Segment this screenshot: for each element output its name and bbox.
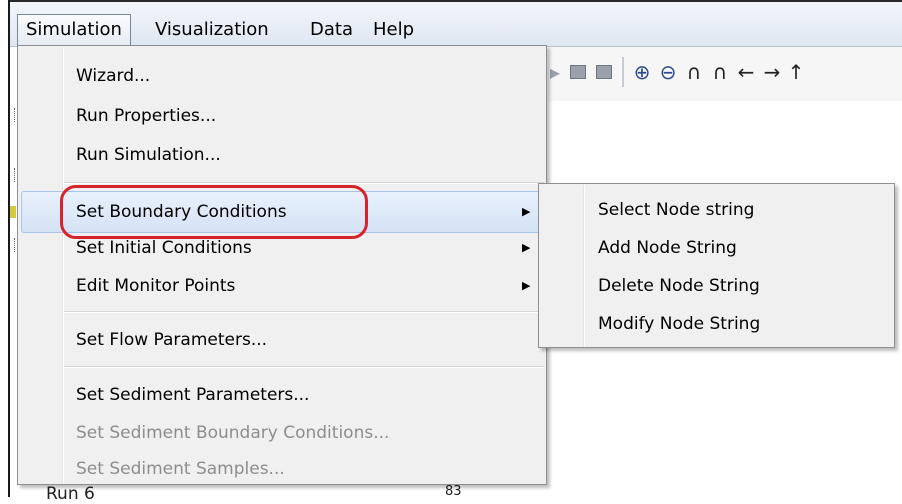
tree-folder-icon: [10, 206, 16, 218]
menu-separator: [64, 366, 544, 368]
toolbar-separator: [622, 57, 624, 87]
simulation-menu: Wizard... Run Properties... Run Simulati…: [17, 45, 547, 485]
pan-up-icon[interactable]: ∩: [682, 60, 706, 84]
boundary-conditions-submenu: Select Node string Add Node String Delet…: [538, 183, 895, 348]
submenu-item-delete-node-string[interactable]: Delete Node String: [598, 268, 760, 304]
menu-item-wizard[interactable]: Wizard...: [76, 58, 150, 94]
toolbar-partial-icon: ▸: [549, 60, 561, 84]
menu-separator: [64, 182, 544, 184]
arrow-up-icon[interactable]: ↑: [786, 60, 806, 84]
copy-icon[interactable]: [570, 65, 586, 79]
toolbar: ▸ ⊕ ⊖ ∩ ∩ ← → ↑: [548, 47, 902, 101]
zoom-out-icon[interactable]: ⊖: [656, 60, 680, 84]
submenu-arrow-icon: ▶: [522, 241, 531, 254]
menu-help[interactable]: Help: [365, 14, 422, 45]
submenu-arrow-icon: ▶: [522, 205, 531, 218]
menu-item-set-sediment-samples: Set Sediment Samples...: [76, 459, 285, 479]
submenu-item-select-node-string[interactable]: Select Node string: [598, 192, 754, 228]
submenu-item-modify-node-string[interactable]: Modify Node String: [598, 306, 760, 342]
tree-item-run-6[interactable]: Run 6: [46, 484, 95, 504]
menu-item-run-properties[interactable]: Run Properties...: [76, 98, 216, 134]
pan-up-alt-icon[interactable]: ∩: [708, 60, 732, 84]
menu-separator: [64, 311, 544, 313]
arrow-right-icon[interactable]: →: [760, 60, 784, 84]
window-left-border: [8, 0, 10, 497]
menu-bar: Simulation Visualization Data Help: [10, 2, 902, 47]
arrow-left-icon[interactable]: ←: [734, 60, 758, 84]
menu-visualization[interactable]: Visualization: [147, 14, 277, 45]
menu-item-run-simulation[interactable]: Run Simulation...: [76, 137, 221, 173]
menu-data[interactable]: Data: [302, 14, 361, 45]
annotation-highlight-oval: [60, 185, 368, 239]
menu-item-edit-monitor-points[interactable]: Edit Monitor Points: [76, 268, 235, 304]
menu-item-set-flow-parameters[interactable]: Set Flow Parameters...: [76, 322, 267, 358]
submenu-gutter: [583, 185, 585, 347]
menu-simulation[interactable]: Simulation: [17, 14, 131, 45]
paste-icon[interactable]: [596, 65, 612, 79]
submenu-arrow-icon: ▶: [522, 279, 531, 292]
zoom-in-icon[interactable]: ⊕: [630, 60, 654, 84]
menu-item-set-sediment-parameters[interactable]: Set Sediment Parameters...: [76, 377, 309, 413]
menu-gutter: [62, 47, 64, 483]
menu-item-set-sediment-boundary-conditions: Set Sediment Boundary Conditions...: [76, 423, 390, 443]
submenu-item-add-node-string[interactable]: Add Node String: [598, 230, 737, 266]
